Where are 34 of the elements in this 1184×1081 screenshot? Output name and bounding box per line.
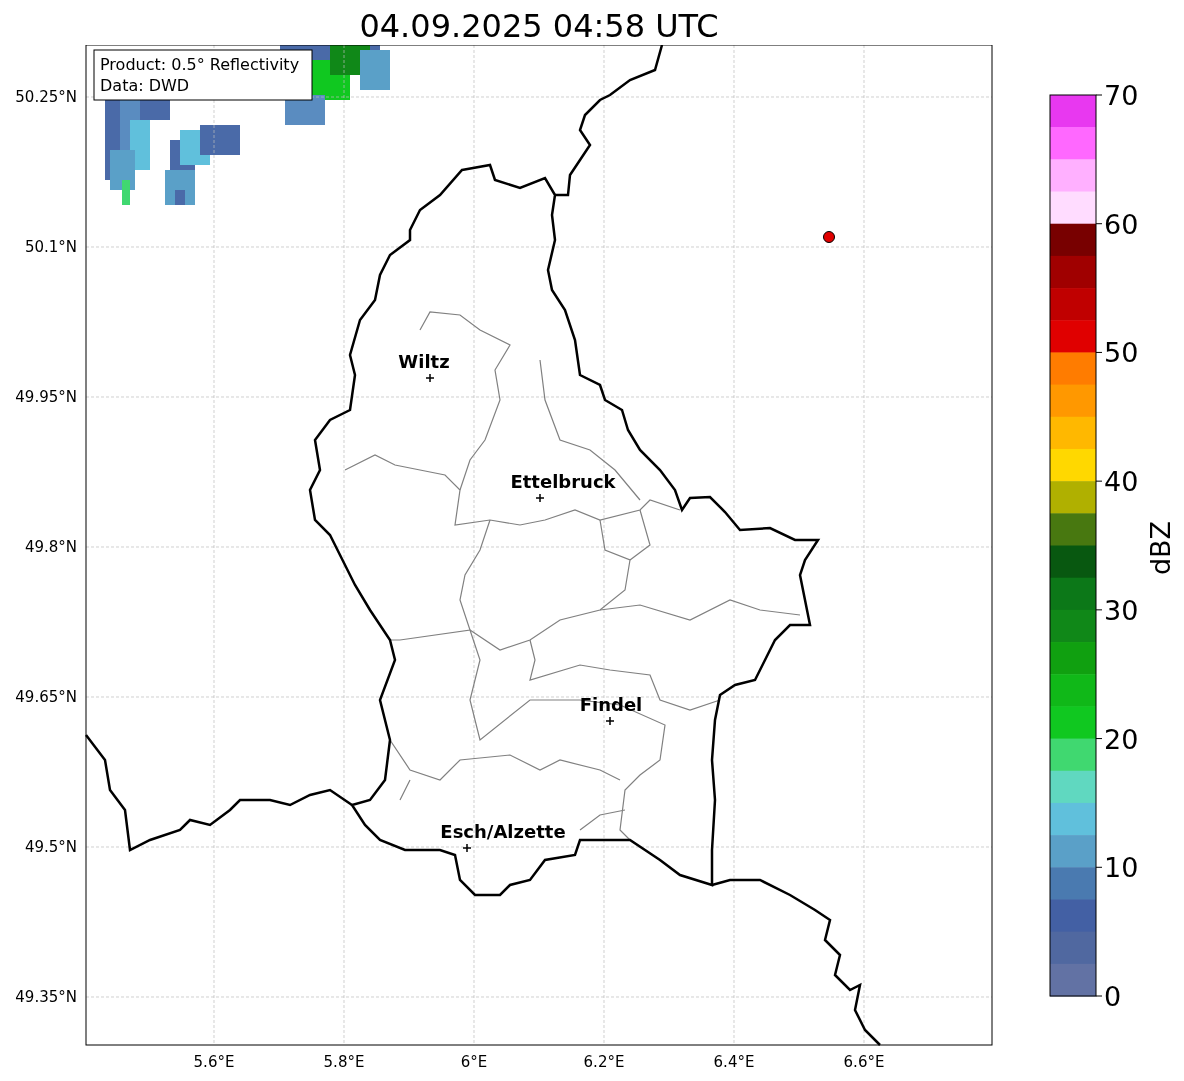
- city-marker-icon: [462, 843, 472, 853]
- longitude-label: 6.4°E: [713, 1053, 755, 1071]
- legend-text: Data: DWD: [100, 76, 190, 95]
- colorbar-label: dBZ: [1145, 520, 1176, 576]
- colorbar-tick-label: 70: [1104, 80, 1139, 111]
- longitude-label: 5.6°E: [193, 1053, 235, 1071]
- city-label: Wiltz: [398, 351, 450, 372]
- latitude-label: 49.35°N: [15, 988, 77, 1006]
- latitude-label: 49.95°N: [15, 388, 77, 406]
- legend-text: Product: 0.5° Reflectivity: [100, 55, 300, 74]
- longitude-label: 5.8°E: [323, 1053, 365, 1071]
- latitude-label: 49.65°N: [15, 688, 77, 706]
- longitude-label: 6°E: [460, 1053, 488, 1071]
- colorbar-tick-label: 50: [1104, 337, 1139, 369]
- colorbar-tick-label: 40: [1104, 466, 1139, 498]
- latitude-label: 50.25°N: [15, 88, 77, 106]
- longitude-label: 6.6°E: [843, 1053, 885, 1071]
- colorbar-tick-label: 10: [1104, 852, 1139, 884]
- latitude-label: 50.1°N: [24, 238, 77, 256]
- colorbar-tick-label: 0: [1104, 981, 1122, 1012]
- city-marker-icon: [535, 493, 545, 503]
- chart-title: 04.09.2025 04:58 UTC: [358, 6, 720, 45]
- longitude-label: 6.2°E: [583, 1053, 625, 1071]
- latitude-label: 49.8°N: [24, 538, 77, 556]
- location-dot: [823, 231, 835, 243]
- colorbar-tick-label: 20: [1104, 723, 1139, 755]
- city-marker-icon: [425, 373, 435, 383]
- colorbar-tick-label: 60: [1104, 208, 1139, 240]
- city-label: Findel: [579, 694, 643, 715]
- city-marker-icon: [605, 716, 615, 726]
- city-label: Esch/Alzette: [440, 821, 566, 842]
- city-label: Ettelbruck: [510, 471, 616, 492]
- latitude-label: 49.5°N: [24, 838, 77, 856]
- colorbar-tick-label: 30: [1104, 594, 1139, 626]
